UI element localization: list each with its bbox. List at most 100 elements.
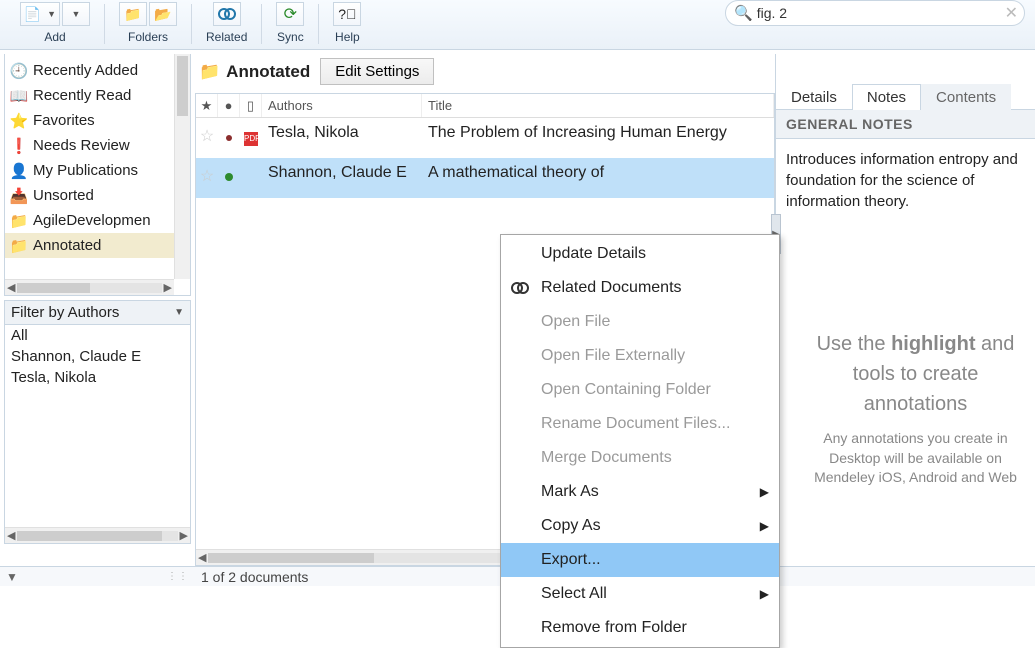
favorite-star-icon[interactable]: ☆ [196, 164, 218, 186]
menu-item-update-details[interactable]: Update Details [501, 237, 779, 271]
annotation-subtext: Any annotations you create in Desktop wi… [776, 419, 1035, 488]
folder-name: Annotated [226, 62, 310, 82]
center-column: 📁 Annotated Edit Settings ★ ● ▯ Authors … [195, 54, 775, 566]
current-folder-title: 📁 Annotated [199, 62, 310, 82]
left-column: 🕘Recently Added📖Recently Read⭐Favorites❗… [0, 50, 195, 566]
table-row[interactable]: ☆PDFTesla, NikolaThe Problem of Increasi… [196, 118, 774, 158]
read-status-dot-icon [225, 173, 233, 181]
sidebar-item-needs-review[interactable]: ❗ Needs Review [5, 133, 190, 158]
menu-item-label: Rename Document Files... [541, 415, 730, 433]
help-icon: ?⃝ [338, 6, 356, 22]
related-icon [218, 7, 236, 21]
toolbar-label-folders: Folders [128, 30, 168, 44]
cell-doc-type[interactable] [240, 164, 262, 168]
sidebar-item-label: Favorites [33, 112, 95, 129]
help-button[interactable]: ?⃝ [333, 2, 361, 26]
toolbar-separator [318, 4, 319, 44]
tab-contents[interactable]: Contents [921, 84, 1011, 110]
tree-horizontal-scrollbar[interactable]: ◀▶ [5, 279, 174, 295]
menu-item-merge-documents: Merge Documents [501, 441, 779, 475]
pane-resize-grip[interactable]: ⋮⋮ [167, 571, 189, 582]
toolbar-group-related: Related [196, 0, 257, 48]
menu-item-label: Update Details [541, 245, 646, 263]
folder-icon: 📁 [199, 62, 220, 82]
col-authors[interactable]: Authors [262, 94, 422, 117]
filter-header[interactable]: Filter by Authors ▼ [5, 301, 190, 325]
col-read-status[interactable]: ● [218, 94, 240, 117]
menu-item-label: Select All [541, 585, 607, 603]
warn-icon: ❗ [11, 137, 27, 155]
sidebar-item-annotated[interactable]: 📁Annotated [5, 233, 190, 258]
sync-button[interactable]: ⟳ [276, 2, 304, 26]
filter-list: AllShannon, Claude ETesla, Nikola [5, 325, 190, 388]
hint-text: Use the [817, 333, 891, 355]
table-row[interactable]: ☆ Shannon, Claude EA mathematical theory … [196, 158, 774, 198]
folder-remove-button[interactable]: 📂 [149, 2, 177, 26]
menu-item-mark-as[interactable]: Mark As▶ [501, 475, 779, 509]
folder-icon: 📁 [11, 237, 27, 255]
general-notes-body[interactable]: Introduces information entropy and found… [776, 139, 1035, 319]
sidebar-item-favorites[interactable]: ⭐Favorites [5, 108, 190, 133]
toolbar-group-folders: 📁 📂 Folders [109, 0, 187, 48]
filter-item[interactable]: All [5, 325, 190, 346]
menu-item-rename-document-files: Rename Document Files... [501, 407, 779, 441]
search-box[interactable]: 🔍 fig. 2 ✕ [725, 0, 1025, 26]
filter-icon[interactable]: ▼ [6, 570, 18, 584]
cell-title: A mathematical theory of [422, 164, 774, 182]
toolbar-group-help: ?⃝ Help [323, 0, 371, 48]
search-icon: 🔍 [734, 4, 753, 22]
sidebar-item-label: Needs Review [33, 137, 130, 154]
clear-search-icon[interactable]: ✕ [1005, 3, 1018, 23]
sync-icon: ⟳ [284, 4, 297, 24]
annotation-hint: Use the highlight and tools to create an… [776, 319, 1035, 419]
menu-item-label: Open File Externally [541, 347, 685, 365]
menu-item-open-containing-folder: Open Containing Folder [501, 373, 779, 407]
add-dropdown[interactable]: ▼ [62, 2, 90, 26]
cell-author: Shannon, Claude E [262, 164, 422, 182]
folder-plus-icon: 📁 [124, 6, 141, 23]
table-body: ☆PDFTesla, NikolaThe Problem of Increasi… [196, 118, 774, 198]
submenu-arrow-icon: ▶ [760, 587, 769, 601]
tab-notes[interactable]: Notes [852, 84, 921, 110]
menu-item-select-all[interactable]: Select All ▶ [501, 577, 779, 611]
hint-highlight-word: highlight [891, 333, 975, 355]
sidebar-item-recently-read[interactable]: 📖Recently Read [5, 83, 190, 108]
sidebar-item-label: Recently Added [33, 62, 138, 79]
folder-tree-pane: 🕘Recently Added📖Recently Read⭐Favorites❗… [4, 54, 191, 296]
sidebar-item-recently-added[interactable]: 🕘 Recently Added [5, 58, 190, 83]
menu-item-label: Export... [541, 551, 601, 569]
sidebar-item-unsorted[interactable]: 📥Unsorted [5, 183, 190, 208]
toolbar-label-related: Related [206, 30, 247, 44]
add-button[interactable]: 📄▼ [20, 2, 60, 26]
filter-horizontal-scrollbar[interactable]: ◀▶ [5, 527, 190, 543]
menu-item-open-file-externally: Open File Externally [501, 339, 779, 373]
filter-item[interactable]: Tesla, Nikola [5, 367, 190, 388]
sidebar-item-agiledevelopmen[interactable]: 📁AgileDevelopmen [5, 208, 190, 233]
menu-item-export[interactable]: Export... [501, 543, 779, 577]
edit-settings-button[interactable]: Edit Settings [320, 58, 434, 85]
menu-item-copy-as[interactable]: Copy As▶ [501, 509, 779, 543]
col-document-type[interactable]: ▯ [240, 94, 262, 117]
col-title[interactable]: Title [422, 94, 774, 117]
menu-item-remove-from-folder[interactable]: Remove from Folder [501, 611, 779, 645]
filter-item[interactable]: Shannon, Claude E [5, 346, 190, 367]
sidebar-item-my-publications[interactable]: 👤My Publications [5, 158, 190, 183]
menu-item-open-file: Open File [501, 305, 779, 339]
related-button[interactable] [213, 2, 241, 26]
col-favorite[interactable]: ★ [196, 94, 218, 117]
tab-details[interactable]: Details [776, 84, 852, 110]
clock-icon: 🕘 [11, 62, 27, 80]
search-query: fig. 2 [757, 5, 1005, 21]
cell-read-status[interactable] [218, 164, 240, 186]
folder-minus-icon: 📂 [154, 6, 171, 23]
cell-read-status[interactable] [218, 124, 240, 146]
toolbar-label-add: Add [44, 30, 65, 44]
cell-doc-type[interactable]: PDF [240, 124, 262, 146]
folder-add-button[interactable]: 📁 [119, 2, 147, 26]
toolbar-separator [261, 4, 262, 44]
menu-item-label: Remove from Folder [541, 619, 687, 637]
main-toolbar: 📄▼ ▼ Add 📁 📂 Folders Related ⟳ [0, 0, 1035, 50]
favorite-star-icon[interactable]: ☆ [196, 124, 218, 146]
tree-vertical-scrollbar[interactable] [174, 54, 190, 279]
menu-item-related-documents[interactable]: Related Documents [501, 271, 779, 305]
